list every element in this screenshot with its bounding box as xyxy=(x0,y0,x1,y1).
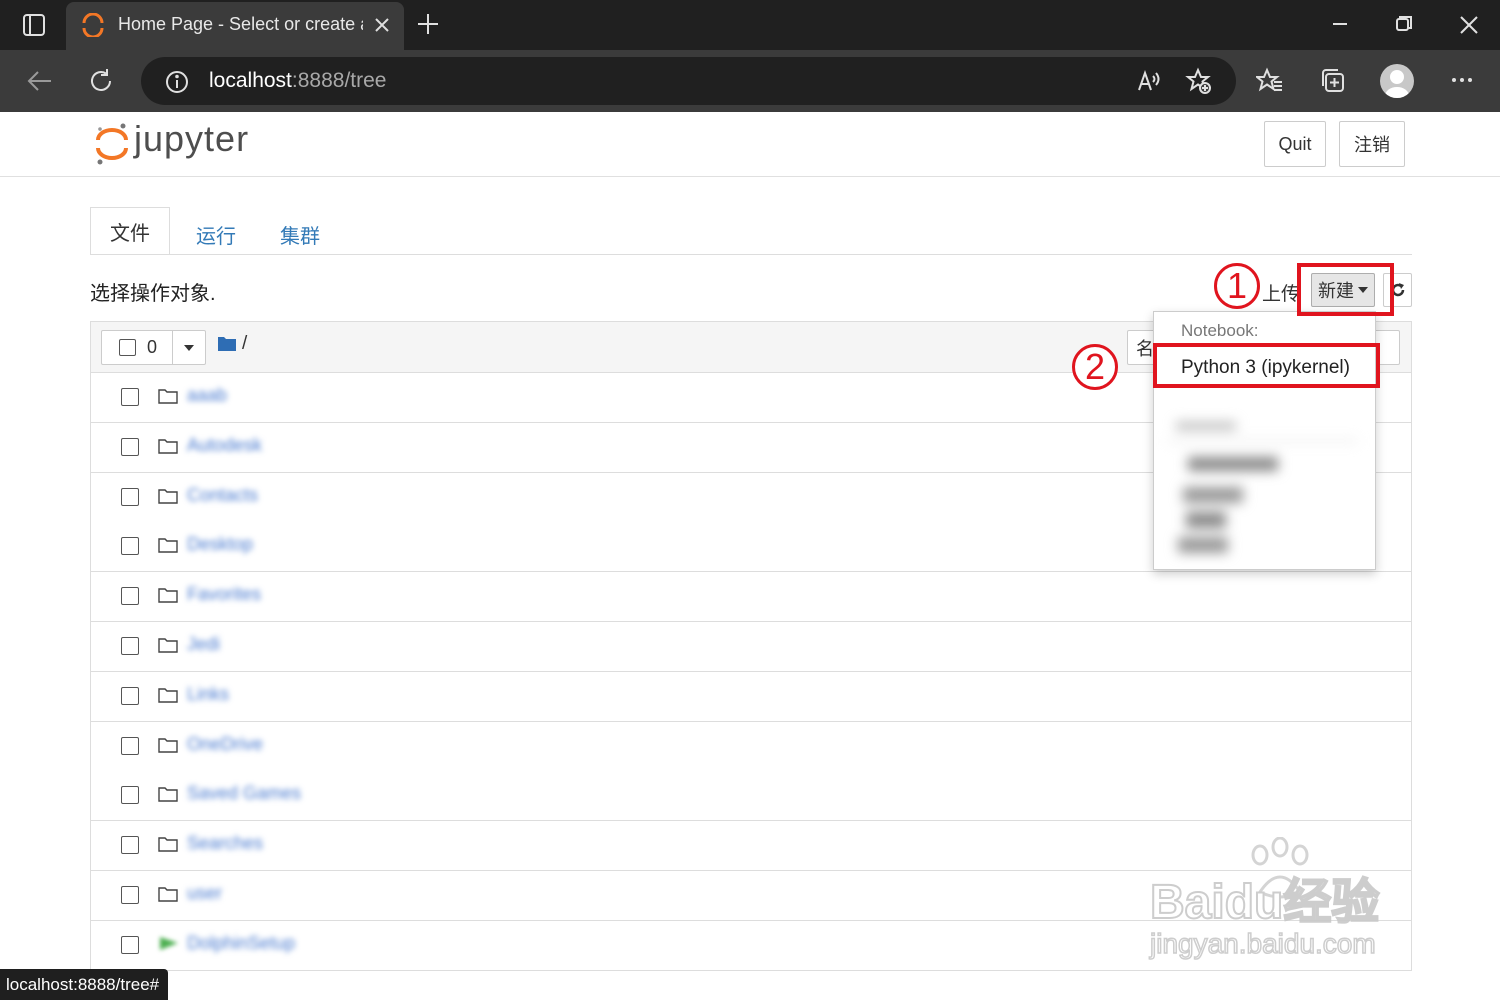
quit-button[interactable]: Quit xyxy=(1264,121,1326,167)
folder-icon xyxy=(158,487,178,509)
profile-avatar[interactable] xyxy=(1380,64,1414,98)
header-divider xyxy=(0,176,1500,177)
more-menu-icon[interactable] xyxy=(1450,70,1474,95)
upload-button[interactable]: 上传 xyxy=(1262,279,1300,306)
select-menu-button[interactable] xyxy=(172,331,207,364)
collections-icon[interactable] xyxy=(1319,67,1347,100)
table-row[interactable]: Links xyxy=(91,671,1411,722)
folder-icon xyxy=(158,636,178,658)
row-checkbox[interactable] xyxy=(121,686,139,705)
step-2-marker: 2 xyxy=(1072,344,1118,390)
tabs-divider xyxy=(90,254,1412,255)
blurred-menu-items xyxy=(1168,412,1368,562)
select-hint: 选择操作对象. xyxy=(90,283,216,305)
row-checkbox[interactable] xyxy=(121,587,139,606)
highlight-python3-item xyxy=(1153,343,1380,388)
read-aloud-icon[interactable] xyxy=(1136,68,1162,99)
jupyter-logo-text: jupyter xyxy=(134,118,250,159)
folder-icon xyxy=(158,536,178,558)
caret-down-icon xyxy=(184,345,194,351)
watermark-url: jingyan.baidu.com xyxy=(1149,927,1376,960)
row-checkbox[interactable] xyxy=(121,935,139,954)
folder-icon xyxy=(158,885,178,907)
file-name-link[interactable]: DolphinSetup xyxy=(187,933,295,954)
file-name-link[interactable]: Saved Games xyxy=(187,783,301,804)
tab-files[interactable]: 文件 xyxy=(90,207,170,255)
restore-icon[interactable] xyxy=(1394,14,1414,39)
folder-filled-icon xyxy=(218,337,236,351)
favorites-icon[interactable] xyxy=(1254,67,1284,100)
tab-actions-icon[interactable] xyxy=(22,13,46,42)
logout-button[interactable]: 注销 xyxy=(1339,121,1405,167)
table-row[interactable]: Jedi xyxy=(91,622,1411,672)
file-name-link[interactable]: OneDrive xyxy=(187,734,263,755)
jupyter-logo-icon[interactable] xyxy=(94,122,130,171)
table-row[interactable]: Favorites xyxy=(91,572,1411,623)
folder-icon xyxy=(158,437,178,459)
folder-icon xyxy=(158,586,178,608)
row-checkbox[interactable] xyxy=(121,537,139,556)
close-window-icon[interactable] xyxy=(1458,14,1480,41)
minimize-icon[interactable] xyxy=(1330,14,1350,39)
table-row[interactable]: Saved Games xyxy=(91,771,1411,822)
highlight-new-button xyxy=(1297,263,1394,316)
row-checkbox[interactable] xyxy=(121,836,139,855)
watermark-brand: Baidu经验 xyxy=(1149,875,1380,930)
select-all-checkbox[interactable] xyxy=(119,339,136,356)
refresh-icon[interactable] xyxy=(88,67,116,100)
file-name-link[interactable]: Autodesk xyxy=(187,435,262,456)
row-checkbox[interactable] xyxy=(121,437,139,456)
file-name-link[interactable]: Searches xyxy=(187,833,263,854)
file-name-link[interactable]: Contacts xyxy=(187,485,258,506)
row-checkbox[interactable] xyxy=(121,786,139,805)
url-host: localhost xyxy=(209,69,292,92)
folder-icon xyxy=(158,785,178,807)
folder-icon xyxy=(158,686,178,708)
tab-running[interactable]: 运行 xyxy=(196,220,236,249)
file-name-link[interactable]: Links xyxy=(187,684,229,705)
row-checkbox[interactable] xyxy=(121,388,139,406)
sort-name-label: 名 xyxy=(1136,338,1154,359)
url-path: :8888/tree xyxy=(291,69,387,92)
tab-title: Home Page - Select or create a n xyxy=(118,14,363,34)
site-info-icon[interactable] xyxy=(164,69,190,100)
step-1-marker: 1 xyxy=(1214,263,1260,309)
row-checkbox[interactable] xyxy=(121,637,139,655)
add-favorite-icon[interactable] xyxy=(1185,67,1213,100)
selected-count: 0 xyxy=(147,337,158,357)
file-icon xyxy=(158,935,188,957)
file-name-link[interactable]: Desktop xyxy=(187,534,253,555)
jupyter-favicon-icon xyxy=(81,12,105,42)
table-row[interactable]: OneDrive xyxy=(91,721,1411,772)
close-tab-icon[interactable] xyxy=(372,15,392,40)
back-icon[interactable] xyxy=(26,68,54,99)
file-name-link[interactable]: user xyxy=(187,883,222,904)
url-text: localhost:8888/tree xyxy=(209,69,386,93)
folder-icon xyxy=(158,387,178,409)
file-name-link[interactable]: Favorites xyxy=(187,584,261,605)
row-checkbox[interactable] xyxy=(121,487,139,506)
folder-icon xyxy=(158,835,178,857)
file-name-link[interactable]: aaab xyxy=(187,385,227,406)
row-checkbox[interactable] xyxy=(121,886,139,904)
folder-icon xyxy=(158,736,178,758)
status-url-tooltip: localhost:8888/tree# xyxy=(0,969,168,1000)
breadcrumb-root[interactable]: / xyxy=(242,333,247,355)
baidu-watermark: Baidu经验 jingyan.baidu.com xyxy=(1149,837,1380,960)
file-name-link[interactable]: Jedi xyxy=(187,634,220,655)
new-tab-icon[interactable] xyxy=(416,12,440,41)
row-checkbox[interactable] xyxy=(121,736,139,755)
select-all-control[interactable]: 0 xyxy=(101,330,206,365)
breadcrumb[interactable]: / xyxy=(218,333,247,356)
tab-clusters[interactable]: 集群 xyxy=(280,220,320,249)
notebook-section-header: Notebook: xyxy=(1181,321,1259,340)
